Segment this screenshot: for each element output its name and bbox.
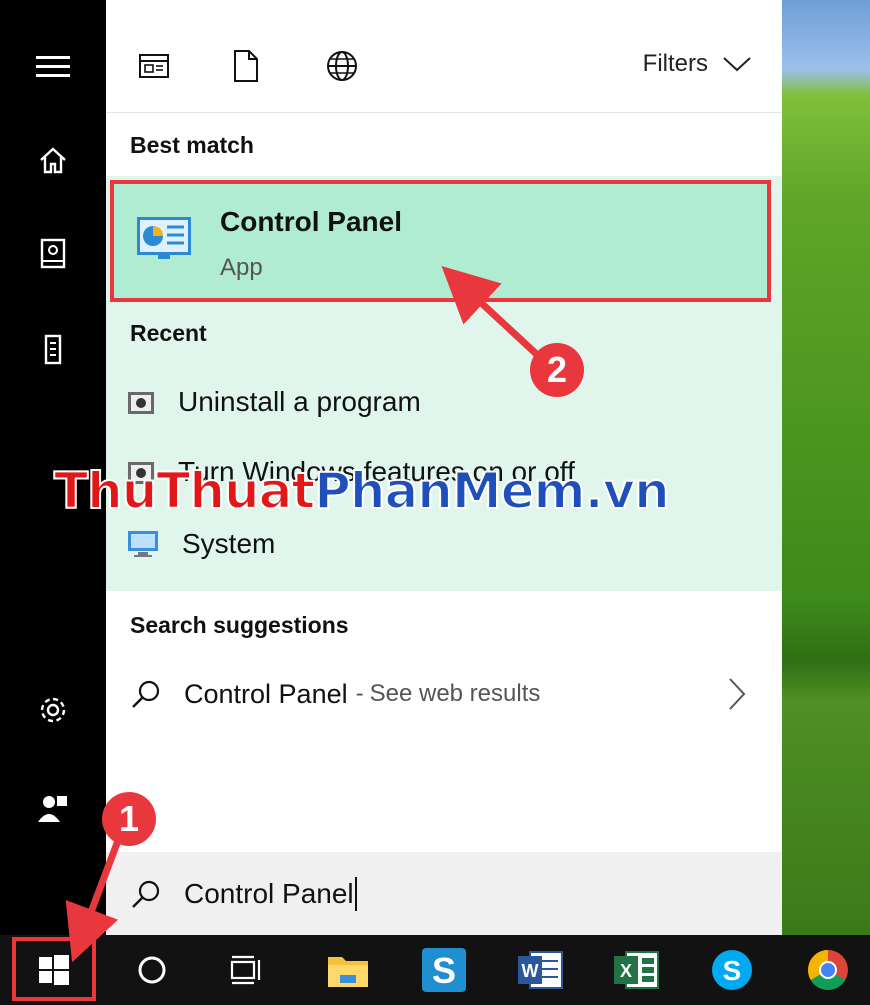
skype-icon[interactable]: S [692, 935, 772, 1005]
recent-item-uninstall[interactable]: Uninstall a program [126, 374, 766, 430]
user-icon[interactable] [0, 776, 106, 840]
device-icon[interactable] [0, 318, 106, 382]
chevron-right-icon[interactable] [728, 677, 746, 711]
svg-text:X: X [620, 961, 632, 981]
search-suggestions-heading: Search suggestions [130, 612, 349, 638]
control-panel-icon [136, 214, 192, 265]
chrome-icon[interactable] [788, 935, 868, 1005]
filters-label: Filters [642, 50, 708, 77]
suggestion-separator: - [355, 680, 364, 707]
recent-item-label: Uninstall a program [178, 386, 421, 417]
best-match-control-panel[interactable]: Control Panel App [110, 180, 771, 302]
excel-icon[interactable]: X [596, 935, 676, 1005]
taskbar: S W X S [0, 935, 870, 1005]
search-box[interactable]: Control Panel [106, 852, 782, 935]
svg-text:W: W [522, 961, 539, 981]
search-icon [132, 680, 160, 708]
cortana-icon[interactable] [112, 935, 192, 1005]
search-icon [132, 880, 160, 908]
task-view-icon[interactable] [206, 935, 286, 1005]
home-icon[interactable] [0, 128, 106, 192]
hamburger-menu-icon[interactable] [0, 34, 106, 98]
start-button-highlight [12, 937, 96, 1001]
step-badge-2: 2 [530, 343, 584, 397]
watermark: ThuThuatPhanMem.vn [53, 461, 671, 521]
documents-filter-icon[interactable] [226, 46, 266, 86]
watermark-part1: ThuThuat [53, 461, 316, 521]
step-badge-1: 1 [102, 792, 156, 846]
text-caret [354, 876, 357, 911]
sway-icon[interactable]: S [404, 935, 484, 1005]
best-match-title: Control Panel [220, 206, 403, 237]
search-input[interactable]: Control Panel [184, 878, 354, 910]
svg-text:S: S [432, 950, 456, 991]
settings-gear-icon[interactable] [0, 678, 106, 742]
desktop-wallpaper [780, 0, 870, 935]
suggestion-text: Control Panel [184, 678, 348, 709]
monitor-icon [128, 531, 158, 557]
search-filter-bar: Filters [106, 0, 782, 113]
recent-item-system[interactable]: System [126, 516, 766, 572]
best-match-subtitle: App [220, 254, 263, 281]
documents-icon[interactable] [0, 222, 106, 286]
chevron-down-icon [723, 57, 751, 72]
best-match-heading: Best match [130, 132, 254, 158]
control-panel-small-icon [128, 392, 154, 414]
file-explorer-icon[interactable] [308, 935, 388, 1005]
web-filter-icon[interactable] [322, 46, 362, 86]
web-suggestion-row[interactable]: Control Panel - See web results [106, 662, 782, 726]
recent-item-label: System [182, 528, 276, 559]
svg-text:S: S [723, 955, 742, 986]
filters-dropdown[interactable]: Filters [643, 50, 752, 78]
see-web-results-text: See web results [369, 680, 541, 707]
word-icon[interactable]: W [500, 935, 580, 1005]
watermark-part2: PhanMem.vn [313, 461, 671, 521]
recent-heading: Recent [130, 320, 207, 346]
apps-filter-icon[interactable] [134, 46, 174, 86]
